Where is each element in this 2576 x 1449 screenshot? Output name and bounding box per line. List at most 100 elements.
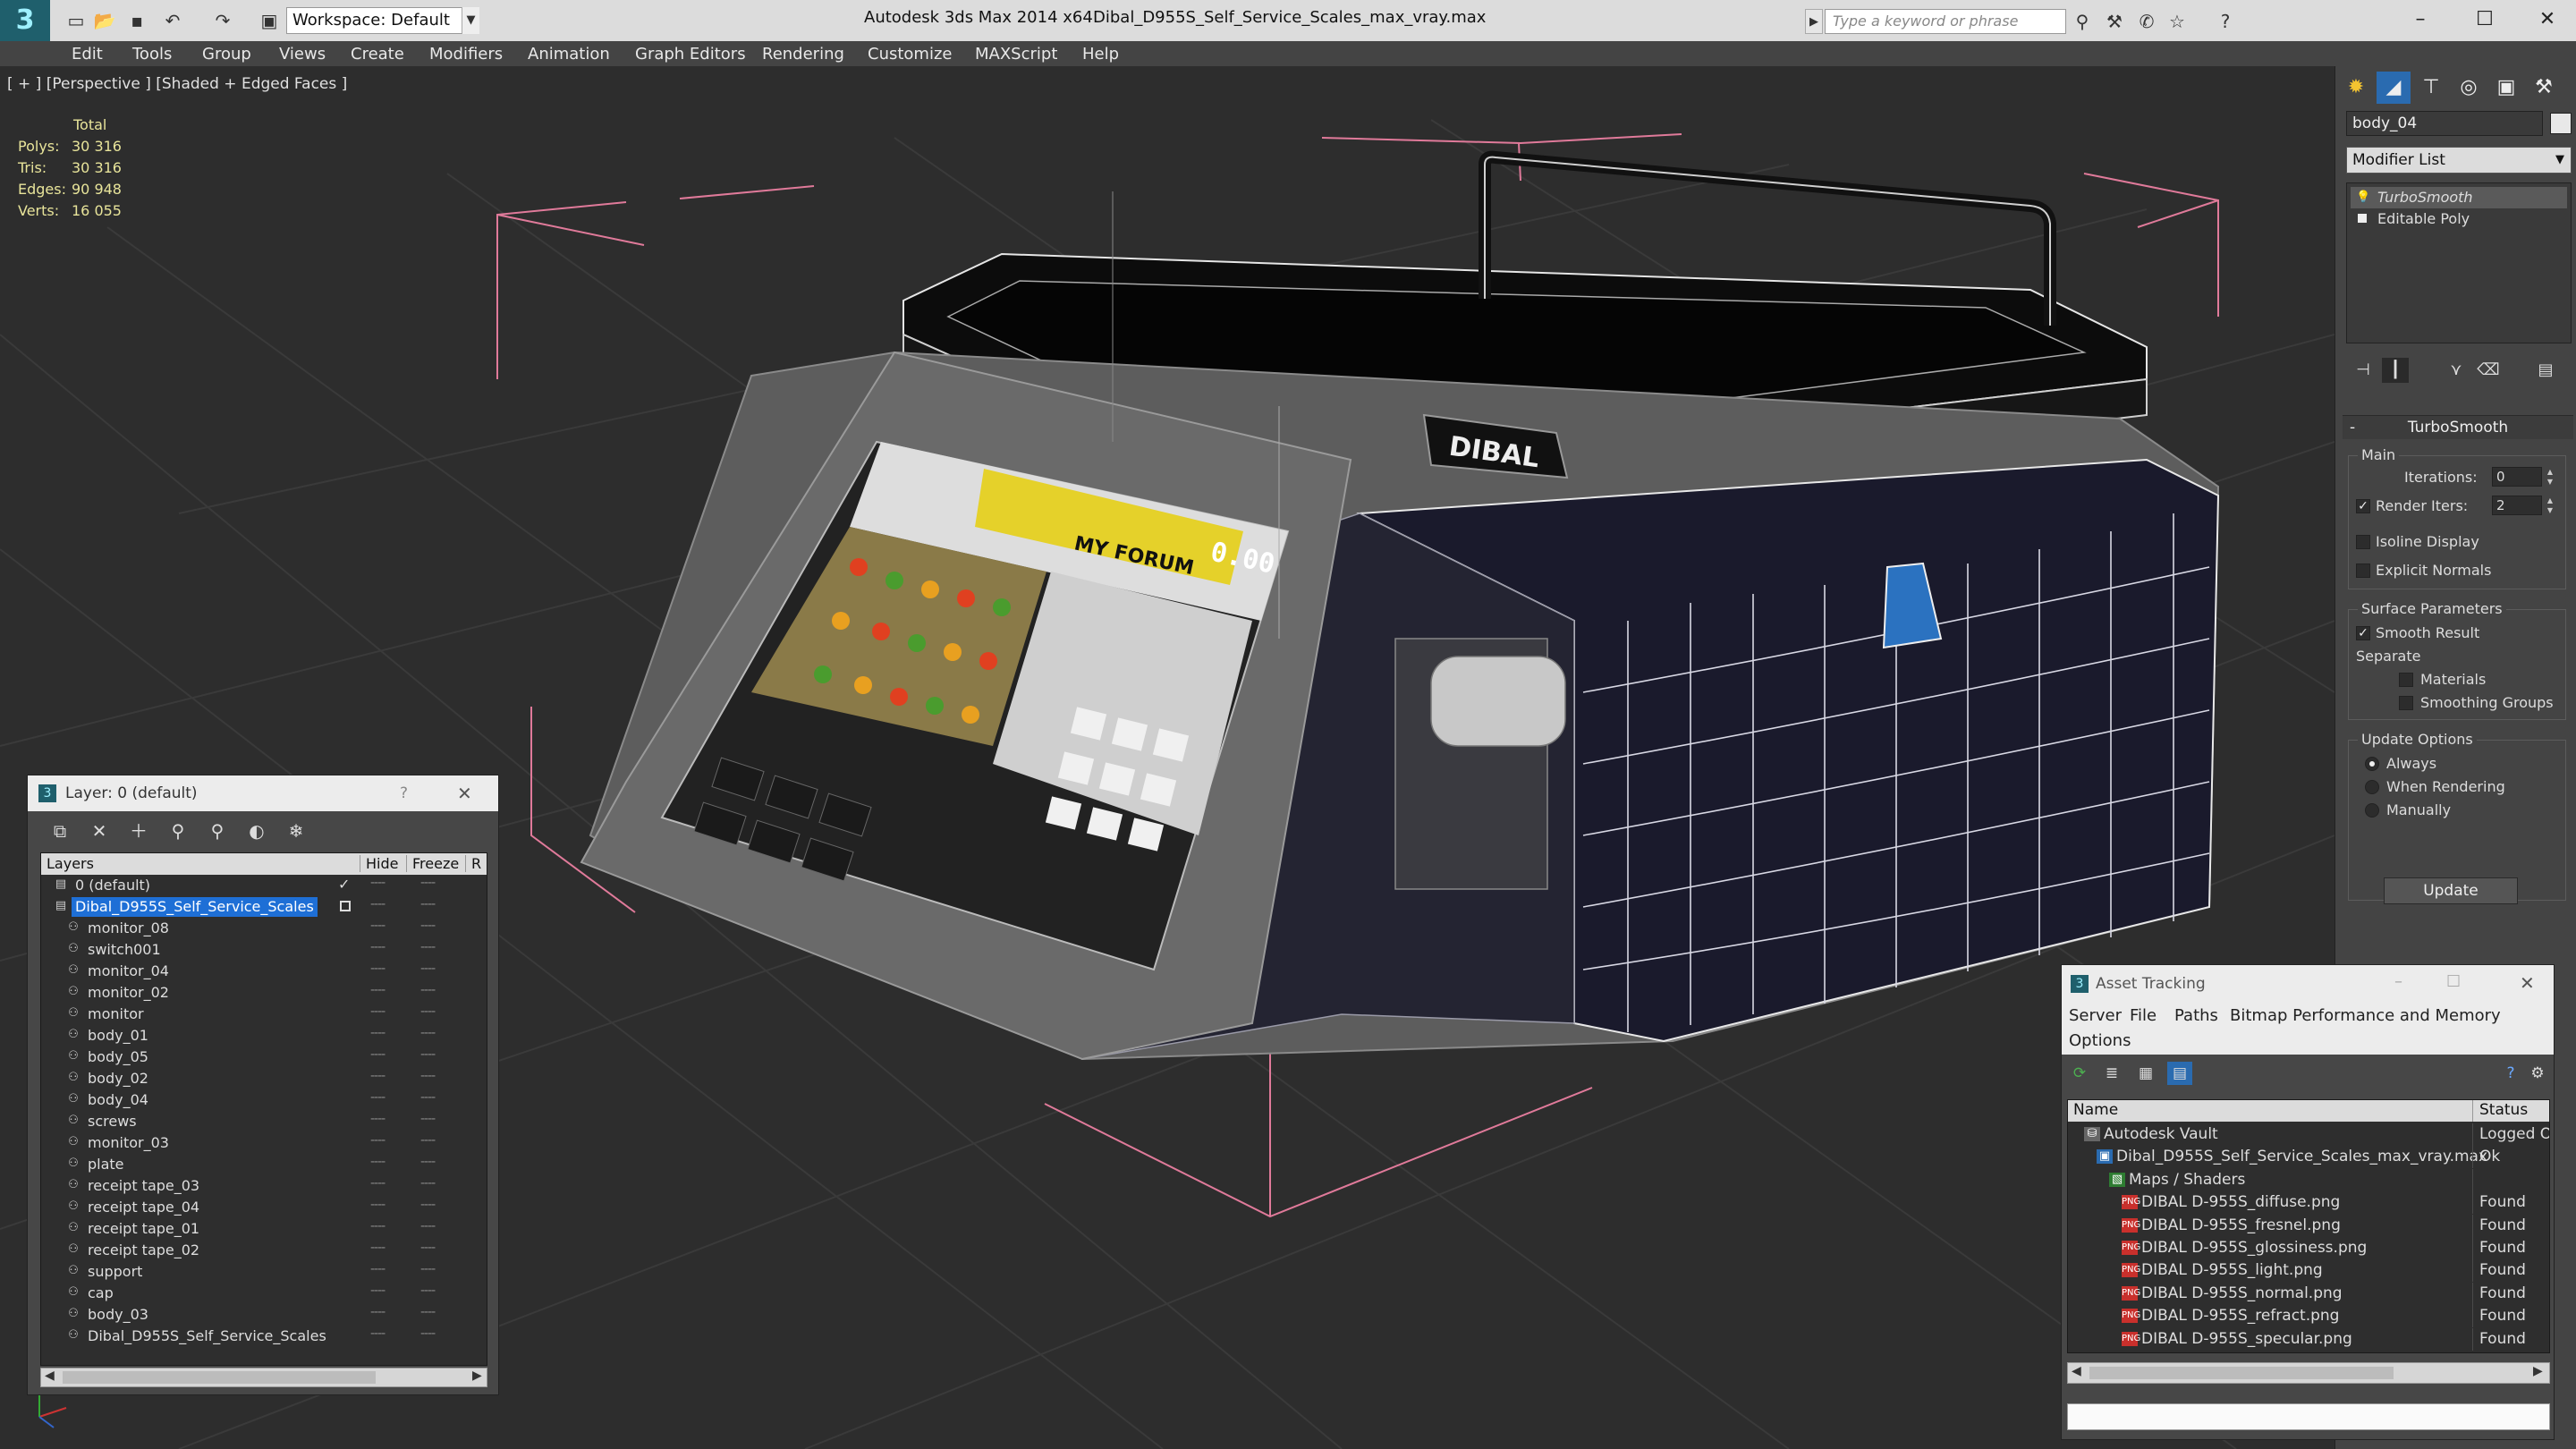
layer-horizontal-scrollbar[interactable]: ◀ ▶ <box>40 1368 487 1387</box>
freeze-toggle[interactable]: ---- <box>420 1262 436 1276</box>
delete-layer-icon[interactable]: ✕ <box>85 818 114 843</box>
modifier-stack[interactable]: 💡 TurboSmooth Editable Poly <box>2346 182 2572 343</box>
freeze-toggle[interactable]: ---- <box>420 1090 436 1105</box>
table-view-icon[interactable]: ▤ <box>2167 1062 2192 1085</box>
menu-views[interactable]: Views <box>279 45 326 64</box>
rollout-header[interactable]: - TurboSmooth <box>2343 416 2573 439</box>
menu-maxscript[interactable]: MAXScript <box>975 45 1057 64</box>
scrollbar-thumb[interactable] <box>2089 1367 2394 1379</box>
create-layer-icon[interactable]: ⧉ <box>46 818 74 843</box>
freeze-toggle[interactable]: ---- <box>420 1155 436 1169</box>
modifier-list-dropdown[interactable]: Modifier List <box>2346 147 2572 174</box>
menu-animation[interactable]: Animation <box>528 45 610 64</box>
freeze-toggle[interactable]: ---- <box>420 1026 436 1040</box>
column-freeze[interactable]: Freeze <box>406 855 459 872</box>
maximize-button[interactable]: ☐ <box>2458 4 2512 36</box>
show-end-result-icon[interactable]: ┃ <box>2382 358 2409 383</box>
lightbulb-icon[interactable]: 💡 <box>2356 187 2370 208</box>
stack-item-editable-poly[interactable]: Editable Poly <box>2351 208 2567 230</box>
freeze-toggle[interactable]: ---- <box>420 1069 436 1083</box>
chevron-down-icon[interactable]: ▼ <box>462 7 479 34</box>
layer-row[interactable]: ⚇ monitor_08 ---- ---- <box>41 918 487 939</box>
hide-toggle[interactable]: ---- <box>370 919 386 933</box>
menu-graph-editors[interactable]: Graph Editors <box>635 45 746 64</box>
minimize-button[interactable]: – <box>2394 4 2447 36</box>
freeze-toggle[interactable]: ---- <box>420 1176 436 1191</box>
asset-row[interactable]: PNG DIBAL D-955S_glossiness.png Found <box>2068 1237 2549 1259</box>
asset-maximize-button[interactable]: ☐ <box>2446 972 2461 991</box>
spinner-arrows-icon[interactable]: ▲ ▼ <box>2544 467 2556 487</box>
freeze-toggle[interactable]: ---- <box>420 1047 436 1062</box>
layer-row[interactable]: ⚇ body_02 ---- ---- <box>41 1068 487 1089</box>
redo-icon[interactable]: ↷ <box>211 9 234 32</box>
modify-tab-icon[interactable]: ◢ <box>2377 72 2411 104</box>
smooth-result-checkbox[interactable]: ✓ <box>2356 626 2370 640</box>
display-tab-icon[interactable]: ▣ <box>2489 72 2523 104</box>
layer-row[interactable]: ▤ 0 (default) ✓ ---- ---- <box>41 875 487 896</box>
hide-toggle[interactable]: ---- <box>370 962 386 976</box>
column-hide[interactable]: Hide <box>360 855 398 872</box>
menu-edit[interactable]: Edit <box>72 45 103 64</box>
hide-toggle[interactable]: ---- <box>370 1198 386 1212</box>
set-current-layer-box[interactable] <box>340 901 351 911</box>
freeze-toggle[interactable]: ---- <box>420 1112 436 1126</box>
layer-row[interactable]: ⚇ receipt tape_02 ---- ---- <box>41 1240 487 1261</box>
hide-toggle[interactable]: ---- <box>370 1241 386 1255</box>
spinner-arrows-icon[interactable]: ▲ ▼ <box>2544 496 2556 515</box>
layer-row[interactable]: ⚇ support ---- ---- <box>41 1261 487 1283</box>
freeze-toggle[interactable]: ---- <box>420 1004 436 1019</box>
asset-menu-options[interactable]: Options <box>2069 1031 2131 1050</box>
new-file-icon[interactable]: ▭ <box>64 9 88 32</box>
explicit-normals-checkbox[interactable] <box>2356 564 2370 578</box>
layer-close-button[interactable]: ✕ <box>457 783 472 804</box>
thumbnail-view-icon[interactable]: ▦ <box>2133 1062 2158 1085</box>
hide-toggle[interactable]: ---- <box>370 1112 386 1126</box>
project-folder-icon[interactable]: ▣ <box>258 9 281 32</box>
search-expand-icon[interactable]: ▶ <box>1805 9 1823 34</box>
layer-help-button[interactable]: ? <box>400 784 408 802</box>
layer-row[interactable]: ⚇ plate ---- ---- <box>41 1154 487 1175</box>
freeze-toggle[interactable]: ---- <box>420 876 436 890</box>
object-name-field[interactable]: body_04 <box>2346 111 2543 136</box>
freeze-all-icon[interactable]: ❄ <box>282 818 310 843</box>
make-unique-icon[interactable]: ⋎ <box>2443 358 2470 383</box>
menu-group[interactable]: Group <box>202 45 251 64</box>
scroll-right-icon[interactable]: ▶ <box>472 1368 482 1383</box>
layer-row[interactable]: ⚇ switch001 ---- ---- <box>41 939 487 961</box>
hide-toggle[interactable]: ---- <box>370 1026 386 1040</box>
column-status[interactable]: Status <box>2479 1101 2528 1119</box>
viewport-label[interactable]: [ + ] [Perspective ] [Shaded + Edged Fac… <box>7 75 347 93</box>
layer-row[interactable]: ⚇ body_05 ---- ---- <box>41 1046 487 1068</box>
menu-modifiers[interactable]: Modifiers <box>429 45 503 64</box>
asset-horizontal-scrollbar[interactable]: ◀ ▶ <box>2067 1362 2550 1384</box>
save-file-icon[interactable]: ▪ <box>125 9 148 32</box>
hide-toggle[interactable]: ---- <box>370 940 386 954</box>
scroll-left-icon[interactable]: ◀ <box>45 1368 55 1383</box>
hide-toggle[interactable]: ---- <box>370 1284 386 1298</box>
asset-row[interactable]: PNG DIBAL D-955S_fresnel.png Found <box>2068 1214 2549 1237</box>
layer-row[interactable]: ⚇ receipt tape_04 ---- ---- <box>41 1197 487 1218</box>
scroll-right-icon[interactable]: ▶ <box>2533 1364 2543 1378</box>
freeze-toggle[interactable]: ---- <box>420 983 436 997</box>
layer-row[interactable]: ▤ Dibal_D955S_Self_Service_Scales ---- ---- <box>41 896 487 918</box>
hide-toggle[interactable]: ---- <box>370 1047 386 1062</box>
scrollbar-thumb[interactable] <box>63 1371 376 1384</box>
asset-row[interactable]: ▧ Maps / Shaders <box>2068 1168 2549 1191</box>
hide-toggle[interactable]: ---- <box>370 1155 386 1169</box>
help-icon[interactable]: ? <box>2213 9 2238 34</box>
active-layer-check[interactable]: ✓ <box>338 876 350 893</box>
favorites-star-icon[interactable]: ☆ <box>2165 9 2190 34</box>
menu-customize[interactable]: Customize <box>868 45 952 64</box>
hide-toggle[interactable]: ---- <box>370 1176 386 1191</box>
close-button[interactable]: ✕ <box>2521 4 2574 36</box>
utilities-tab-icon[interactable]: ⚒ <box>2527 72 2561 104</box>
asset-minimize-button[interactable]: – <box>2394 972 2402 991</box>
hide-toggle[interactable]: ---- <box>370 897 386 911</box>
asset-row[interactable]: PNG DIBAL D-955S_specular.png Found <box>2068 1327 2549 1351</box>
freeze-toggle[interactable]: ---- <box>420 940 436 954</box>
menu-rendering[interactable]: Rendering <box>762 45 844 64</box>
update-button[interactable]: Update <box>2384 877 2518 904</box>
layer-manager-titlebar[interactable]: 3 Layer: 0 (default) ? ✕ <box>28 775 498 811</box>
freeze-toggle[interactable]: ---- <box>420 1198 436 1212</box>
highlight-layer-icon[interactable]: ⚲ <box>203 818 232 843</box>
